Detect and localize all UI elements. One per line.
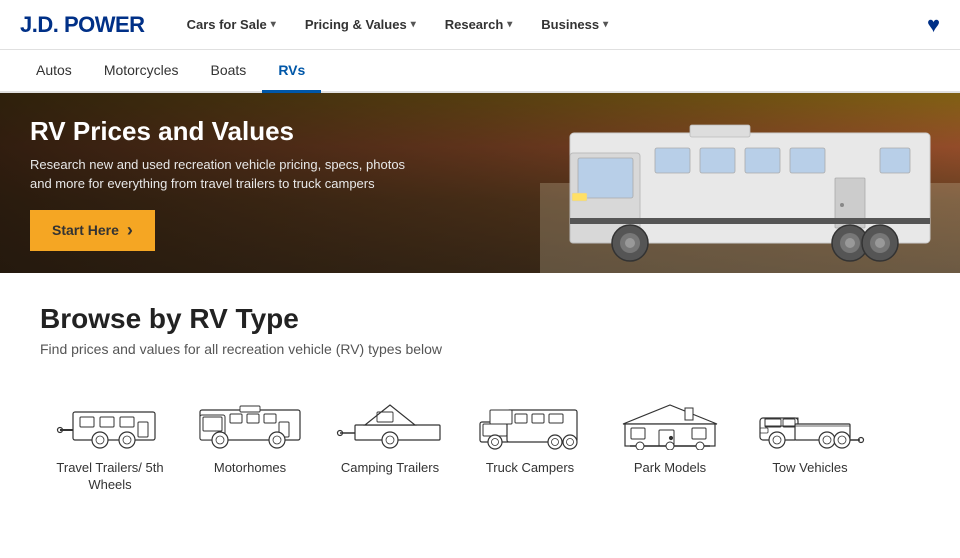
header: J.D. POWER Cars for Sale ▾ Pricing & Val… xyxy=(0,0,960,50)
browse-section: Browse by RV Type Find prices and values… xyxy=(0,273,960,544)
rv-type-tow-vehicle[interactable]: Tow Vehicles xyxy=(740,387,880,504)
rv-label-motorhome: Motorhomes xyxy=(214,460,286,477)
subnav: Autos Motorcycles Boats RVs xyxy=(0,50,960,93)
chevron-down-icon: ▾ xyxy=(507,19,512,30)
arrow-icon: › xyxy=(127,220,133,241)
rv-label-travel-trailer: Travel Trailers/ 5th Wheels xyxy=(50,460,170,494)
hero-banner: RV Prices and Values Research new and us… xyxy=(0,93,960,273)
rv-label-park-model: Park Models xyxy=(634,460,706,477)
hero-title: RV Prices and Values xyxy=(30,116,410,147)
tow-vehicle-icon xyxy=(750,397,870,452)
logo[interactable]: J.D. POWER xyxy=(20,12,145,38)
camping-trailer-icon xyxy=(330,397,450,452)
browse-title: Browse by RV Type xyxy=(40,303,920,335)
chevron-down-icon: ▾ xyxy=(603,19,608,30)
rv-type-grid: Travel Trailers/ 5th Wheels xyxy=(40,387,920,504)
rv-type-truck-camper[interactable]: Truck Campers xyxy=(460,387,600,504)
rv-type-camping-trailer[interactable]: Camping Trailers xyxy=(320,387,460,504)
chevron-down-icon: ▾ xyxy=(411,19,416,30)
rv-type-travel-trailer[interactable]: Travel Trailers/ 5th Wheels xyxy=(40,387,180,504)
hero-content: RV Prices and Values Research new and us… xyxy=(0,96,440,271)
main-nav: Cars for Sale ▾ Pricing & Values ▾ Resea… xyxy=(175,0,927,50)
truck-camper-icon xyxy=(470,397,590,452)
subnav-item-autos[interactable]: Autos xyxy=(20,50,88,93)
hero-description: Research new and used recreation vehicle… xyxy=(30,155,410,194)
travel-trailer-icon xyxy=(50,397,170,452)
motorhome-icon xyxy=(190,397,310,452)
rv-type-motorhome[interactable]: Motorhomes xyxy=(180,387,320,504)
start-here-button[interactable]: Start Here › xyxy=(30,210,155,251)
nav-pricing-values[interactable]: Pricing & Values ▾ xyxy=(293,0,428,50)
subnav-item-boats[interactable]: Boats xyxy=(195,50,263,93)
header-right: ♥ xyxy=(927,12,940,38)
rv-label-camping-trailer: Camping Trailers xyxy=(341,460,439,477)
rv-label-tow-vehicle: Tow Vehicles xyxy=(772,460,847,477)
subnav-item-motorcycles[interactable]: Motorcycles xyxy=(88,50,195,93)
nav-cars-for-sale[interactable]: Cars for Sale ▾ xyxy=(175,0,288,50)
rv-label-truck-camper: Truck Campers xyxy=(486,460,574,477)
chevron-down-icon: ▾ xyxy=(271,19,276,30)
nav-research[interactable]: Research ▾ xyxy=(433,0,525,50)
nav-business[interactable]: Business ▾ xyxy=(529,0,620,50)
subnav-item-rvs[interactable]: RVs xyxy=(262,50,321,93)
rv-type-park-model[interactable]: Park Models xyxy=(600,387,740,504)
hero-rv-image xyxy=(540,103,960,273)
browse-subtitle: Find prices and values for all recreatio… xyxy=(40,341,920,357)
park-model-icon xyxy=(610,397,730,452)
heart-icon[interactable]: ♥ xyxy=(927,12,940,37)
